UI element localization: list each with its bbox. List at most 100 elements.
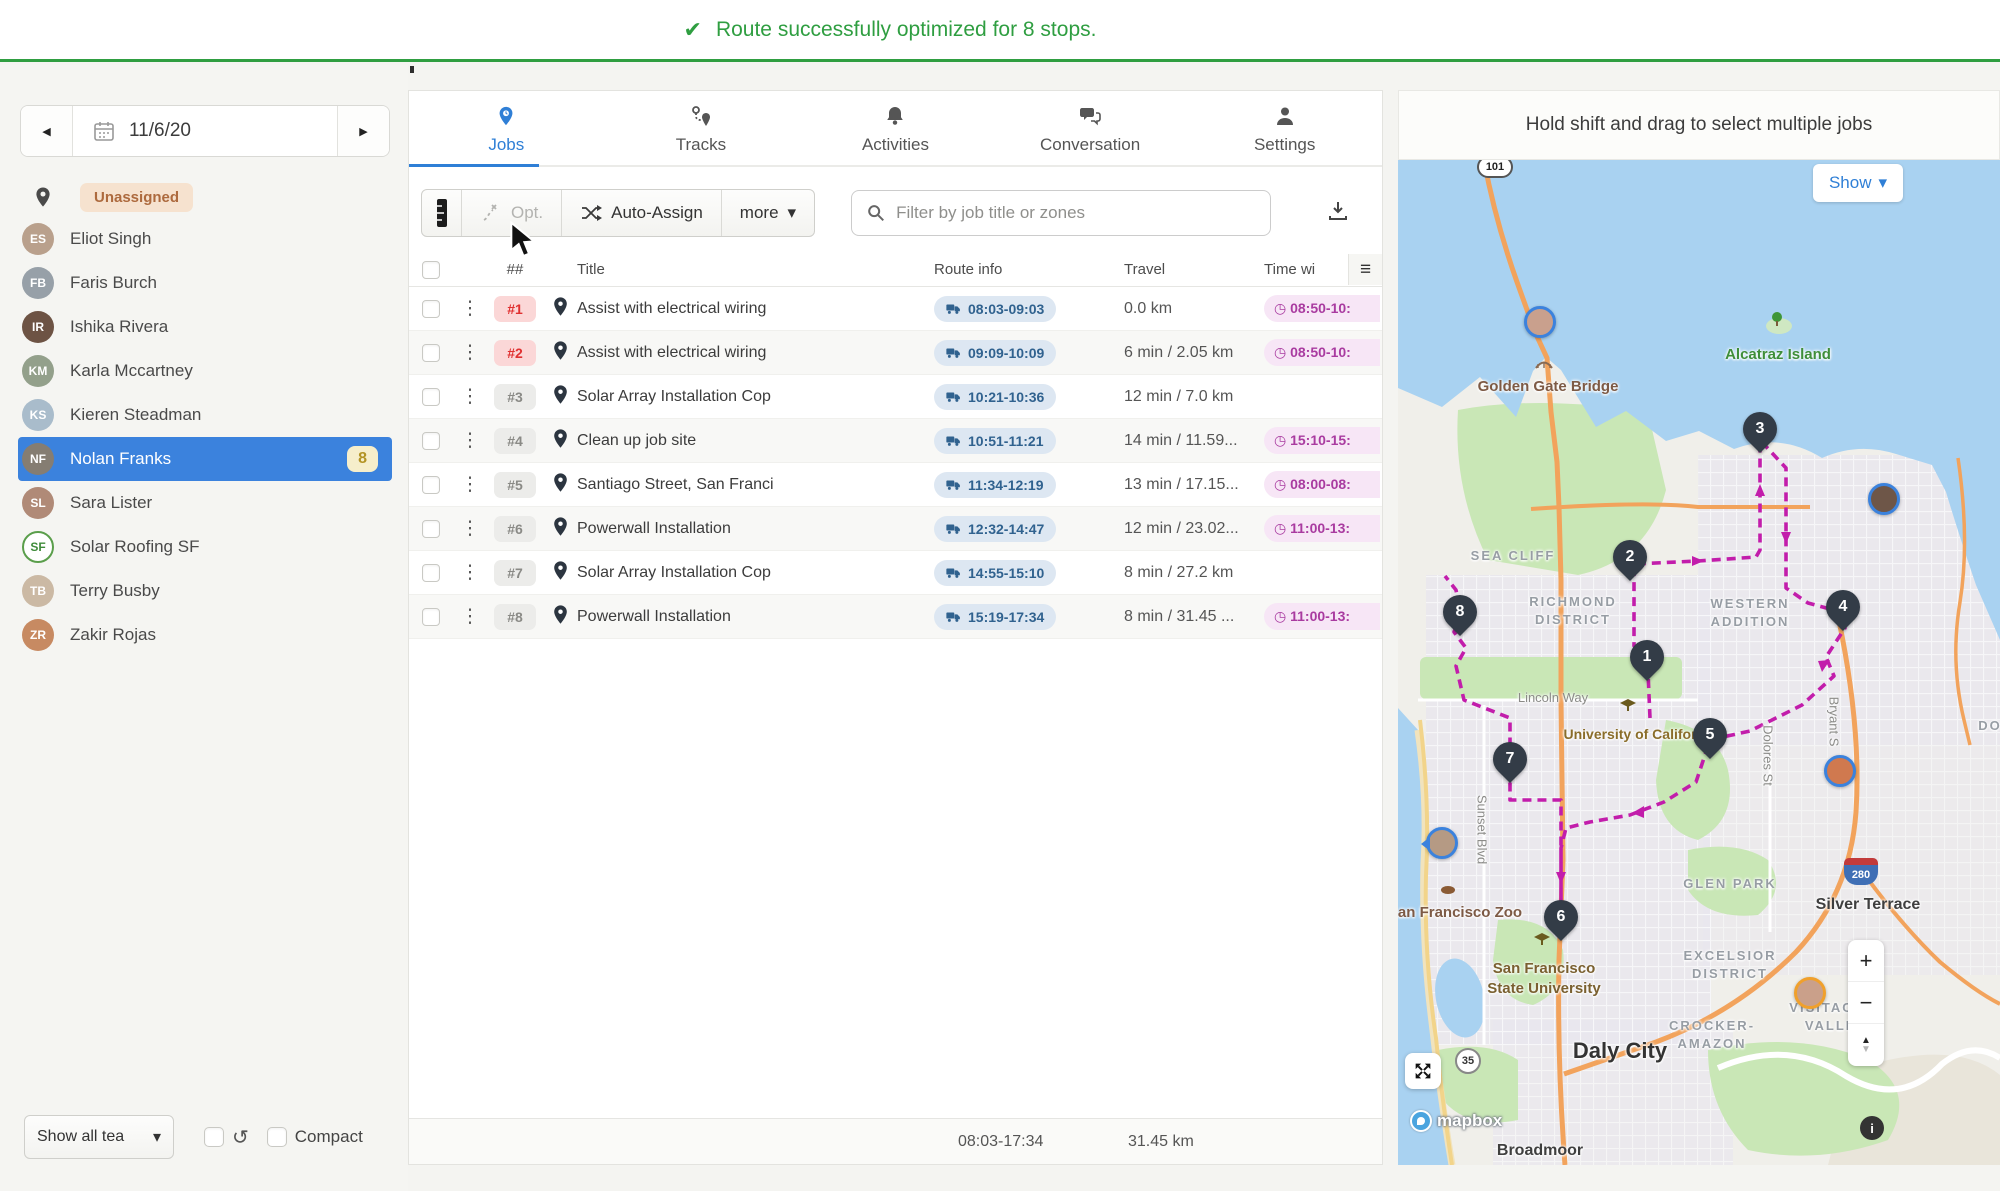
job-title[interactable]: Solar Array Installation Cop <box>577 388 934 406</box>
kebab-menu-icon[interactable]: ⋮ <box>453 517 487 540</box>
location-pin-icon[interactable] <box>543 472 577 498</box>
route-stop-marker[interactable]: 2 <box>1606 533 1654 581</box>
table-row[interactable]: ⋮ #8 Powerwall Installation 15:19-17:34 … <box>409 595 1382 639</box>
row-checkbox[interactable] <box>422 388 440 406</box>
location-pin-icon[interactable] <box>543 340 577 366</box>
location-pin-icon[interactable] <box>543 560 577 586</box>
download-button[interactable] <box>1326 199 1350 228</box>
route-stop-marker[interactable]: 4 <box>1819 583 1867 631</box>
history-icon[interactable]: ↺ <box>232 1125 249 1150</box>
table-row[interactable]: ⋮ #7 Solar Array Installation Cop 14:55-… <box>409 551 1382 595</box>
row-checkbox[interactable] <box>422 476 440 494</box>
worker-location-avatar[interactable] <box>1426 827 1458 859</box>
tab-tracks[interactable]: Tracks <box>604 91 799 165</box>
column-settings-button[interactable]: ≡ <box>1348 254 1382 285</box>
route-stop-marker[interactable]: 5 <box>1686 711 1734 759</box>
team-member-row[interactable]: KM Karla Mccartney <box>18 349 392 393</box>
map-show-button[interactable]: Show ▾ <box>1813 164 1903 202</box>
kebab-menu-icon[interactable]: ⋮ <box>453 473 487 496</box>
worker-location-avatar[interactable] <box>1524 306 1556 338</box>
tab-activities[interactable]: Activities <box>798 91 993 165</box>
route-stop-marker[interactable]: 7 <box>1486 735 1534 783</box>
row-checkbox[interactable] <box>422 344 440 362</box>
team-member-row[interactable]: SF Solar Roofing SF <box>18 525 392 569</box>
job-title[interactable]: Assist with electrical wiring <box>577 300 934 318</box>
compact-checkbox[interactable] <box>267 1127 287 1147</box>
team-member-row[interactable]: TB Terry Busby <box>18 569 392 613</box>
team-member-row[interactable]: IR Ishika Rivera <box>18 305 392 349</box>
next-day-button[interactable]: ▶ <box>337 106 389 156</box>
table-row[interactable]: ⋮ #5 Santiago Street, San Franci 11:34-1… <box>409 463 1382 507</box>
route-time-badge[interactable]: 10:51-11:21 <box>934 428 1056 454</box>
auto-assign-button[interactable]: Auto-Assign <box>562 190 722 236</box>
table-row[interactable]: ⋮ #1 Assist with electrical wiring 08:03… <box>409 287 1382 331</box>
job-title[interactable]: Clean up job site <box>577 432 934 450</box>
team-member-row[interactable]: SL Sara Lister <box>18 481 392 525</box>
row-checkbox[interactable] <box>422 520 440 538</box>
table-row[interactable]: ⋮ #4 Clean up job site 10:51-11:21 14 mi… <box>409 419 1382 463</box>
col-route-info[interactable]: Route info <box>934 261 1114 278</box>
route-time-badge[interactable]: 09:09-10:09 <box>934 340 1056 366</box>
table-row[interactable]: ⋮ #6 Powerwall Installation 12:32-14:47 … <box>409 507 1382 551</box>
col-title[interactable]: Title <box>577 261 934 278</box>
route-time-badge[interactable]: 12:32-14:47 <box>934 516 1056 542</box>
tab-conversation[interactable]: Conversation <box>993 91 1188 165</box>
tab-settings[interactable]: Settings <box>1187 91 1382 165</box>
prev-day-button[interactable]: ◀ <box>21 106 73 156</box>
filter-input[interactable]: Filter by job title or zones <box>851 190 1271 236</box>
route-time-badge[interactable]: 15:19-17:34 <box>934 604 1056 630</box>
team-member-row[interactable]: ES Eliot Singh <box>18 217 392 261</box>
tab-jobs[interactable]: Jobs <box>409 91 604 165</box>
kebab-menu-icon[interactable]: ⋮ <box>453 297 487 320</box>
kebab-menu-icon[interactable]: ⋮ <box>453 385 487 408</box>
zoom-in-button[interactable]: + <box>1848 940 1884 982</box>
select-all-checkbox[interactable] <box>422 261 440 279</box>
route-stop-marker[interactable]: 8 <box>1436 588 1484 636</box>
location-pin-icon[interactable] <box>543 296 577 322</box>
map-info-button[interactable]: i <box>1860 1116 1884 1140</box>
kebab-menu-icon[interactable]: ⋮ <box>453 561 487 584</box>
worker-location-avatar[interactable] <box>1868 483 1900 515</box>
unassigned-row[interactable]: Unassigned <box>34 177 408 217</box>
route-time-badge[interactable]: 11:34-12:19 <box>934 472 1056 498</box>
team-member-row[interactable]: ZR Zakir Rojas <box>18 613 392 657</box>
team-member-row[interactable]: NF Nolan Franks 8 <box>18 437 392 481</box>
kebab-menu-icon[interactable]: ⋮ <box>453 605 487 628</box>
job-title[interactable]: Solar Array Installation Cop <box>577 564 934 582</box>
row-checkbox[interactable] <box>422 608 440 626</box>
location-pin-icon[interactable] <box>543 604 577 630</box>
teams-select[interactable]: Show all tea ▾ <box>24 1115 174 1159</box>
route-time-badge[interactable]: 08:03-09:03 <box>934 296 1056 322</box>
fullscreen-button[interactable] <box>1405 1053 1441 1089</box>
table-row[interactable]: ⋮ #3 Solar Array Installation Cop 10:21-… <box>409 375 1382 419</box>
route-stop-marker[interactable]: 6 <box>1537 893 1585 941</box>
location-pin-icon[interactable] <box>543 516 577 542</box>
more-button[interactable]: more ▾ <box>722 190 814 236</box>
kebab-menu-icon[interactable]: ⋮ <box>453 429 487 452</box>
ruler-button[interactable] <box>422 190 462 236</box>
location-pin-icon[interactable] <box>543 428 577 454</box>
worker-location-avatar[interactable] <box>1794 977 1826 1009</box>
row-checkbox[interactable] <box>422 300 440 318</box>
route-stop-marker[interactable]: 3 <box>1736 405 1784 453</box>
kebab-menu-icon[interactable]: ⋮ <box>453 341 487 364</box>
job-title[interactable]: Powerwall Installation <box>577 608 934 626</box>
map[interactable]: Golden Gate Bridge Alcatraz Island SEA C… <box>1398 160 2000 1165</box>
route-time-badge[interactable]: 10:21-10:36 <box>934 384 1056 410</box>
row-checkbox[interactable] <box>422 432 440 450</box>
mapbox-logo[interactable]: mapbox <box>1410 1110 1502 1132</box>
worker-location-avatar[interactable] <box>1824 755 1856 787</box>
route-time-badge[interactable]: 14:55-15:10 <box>934 560 1056 586</box>
col-travel[interactable]: Travel <box>1114 261 1264 278</box>
table-row[interactable]: ⋮ #2 Assist with electrical wiring 09:09… <box>409 331 1382 375</box>
date-picker[interactable]: 11/6/20 <box>73 106 337 156</box>
team-member-row[interactable]: KS Kieren Steadman <box>18 393 392 437</box>
row-checkbox[interactable] <box>422 564 440 582</box>
pitch-toggle-button[interactable]: ▲ ▼ <box>1848 1024 1884 1066</box>
zoom-out-button[interactable]: − <box>1848 982 1884 1024</box>
job-title[interactable]: Santiago Street, San Franci <box>577 476 934 494</box>
job-title[interactable]: Powerwall Installation <box>577 520 934 538</box>
job-title[interactable]: Assist with electrical wiring <box>577 344 934 362</box>
team-member-row[interactable]: FB Faris Burch <box>18 261 392 305</box>
route-stop-marker[interactable]: 1 <box>1623 633 1671 681</box>
